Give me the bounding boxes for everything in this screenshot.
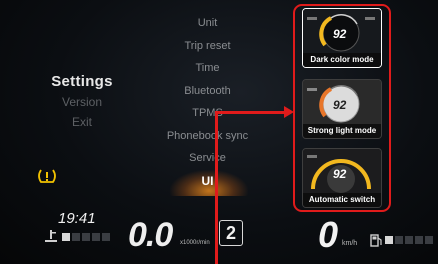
coolant-temperature-icon bbox=[45, 230, 57, 242]
settings-submenu: Unit Trip reset Time Bluetooth TPMS Phon… bbox=[150, 12, 265, 192]
submenu-item-ui[interactable]: UI bbox=[150, 170, 265, 193]
menu-item-settings[interactable]: Settings bbox=[22, 72, 142, 92]
speed-value: 0 bbox=[318, 214, 339, 255]
speed-unit: km/h bbox=[342, 240, 358, 247]
submenu-item-trip-reset[interactable]: Trip reset bbox=[150, 35, 265, 58]
tire-pressure-warning-icon bbox=[38, 169, 56, 183]
rpm-value: 0.0 bbox=[128, 216, 173, 254]
fuel-pump-icon bbox=[370, 234, 382, 247]
rpm-unit: x1000r/min bbox=[180, 240, 210, 246]
submenu-item-bluetooth[interactable]: Bluetooth bbox=[150, 80, 265, 103]
submenu-item-phonebook-sync[interactable]: Phonebook sync bbox=[150, 125, 265, 148]
annotation-line bbox=[215, 111, 286, 114]
main-menu: Settings Version Exit bbox=[22, 72, 142, 132]
annotation-arrow-icon bbox=[284, 106, 294, 118]
menu-item-version[interactable]: Version bbox=[22, 92, 142, 112]
gear-indicator: 2 bbox=[219, 220, 243, 246]
menu-item-exit[interactable]: Exit bbox=[22, 112, 142, 132]
submenu-item-service[interactable]: Service bbox=[150, 147, 265, 170]
annotation-highlight-box bbox=[293, 4, 391, 212]
temperature-bars bbox=[62, 233, 110, 241]
submenu-item-time[interactable]: Time bbox=[150, 57, 265, 80]
annotation-line bbox=[215, 112, 218, 264]
clock: 19:41 bbox=[58, 210, 96, 227]
dashboard-screen: Settings Version Exit Unit Trip reset Ti… bbox=[0, 0, 438, 264]
submenu-item-unit[interactable]: Unit bbox=[150, 12, 265, 35]
fuel-bars bbox=[385, 236, 433, 244]
